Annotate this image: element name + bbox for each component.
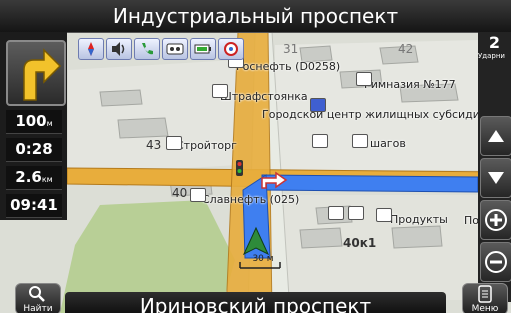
house-number: 43: [146, 138, 162, 152]
grocery-poi-icon[interactable]: [376, 208, 392, 222]
fuel-poi-icon[interactable]: [190, 188, 206, 202]
arrow-down-icon: [488, 172, 504, 184]
parking-poi-icon[interactable]: [212, 84, 228, 98]
map-label-po[interactable]: По: [464, 214, 479, 227]
shop-poi-icon[interactable]: [312, 134, 328, 148]
house-number: 42: [398, 42, 414, 56]
map-label-gymnasium[interactable]: Гимназия №177: [364, 78, 456, 91]
map-label-housing-center[interactable]: Городской центр жилищных субсидий, фили: [262, 108, 511, 121]
map-label-parking[interactable]: Штрафстоянка: [220, 90, 308, 103]
scroll-down-button[interactable]: [480, 158, 511, 198]
shop-poi-icon[interactable]: [166, 136, 182, 150]
route-line: [261, 174, 479, 193]
volume-icon[interactable]: [106, 38, 132, 60]
menu-icon: [478, 285, 492, 303]
zoom-level: 2: [488, 33, 501, 52]
map-label-slavneft[interactable]: Славнефть (025): [202, 193, 299, 206]
zoom-caption: Ударни: [478, 52, 505, 60]
find-button-label: Найти: [23, 304, 53, 313]
house-number: 40: [172, 186, 188, 200]
tape-icon[interactable]: [162, 38, 188, 60]
distance-to-turn: 100м: [6, 110, 62, 134]
map-label-products[interactable]: Продукты: [390, 213, 448, 226]
time-to-turn: 0:28: [6, 138, 62, 162]
block-left: [68, 60, 238, 175]
gps-icon[interactable]: [218, 38, 244, 60]
turn-right-arrow-icon: [23, 48, 62, 101]
arrival-time: 09:41: [6, 194, 62, 218]
minus-icon: [485, 251, 507, 273]
search-icon: [29, 286, 45, 302]
zoom-out-button[interactable]: [480, 242, 511, 282]
remaining-distance-unit: км: [41, 175, 53, 184]
menu-button-label: Меню: [471, 304, 499, 313]
compass-icon[interactable]: [78, 38, 104, 60]
scroll-up-button[interactable]: [480, 116, 511, 156]
current-street-bar: Индустриальный проспект: [0, 0, 511, 33]
map-scale: 30 м: [252, 254, 274, 264]
arrow-up-icon: [488, 130, 504, 142]
office-poi-icon[interactable]: [310, 98, 326, 112]
zoom-in-button[interactable]: [480, 200, 511, 240]
zoom-indicator: 2 Ударни: [478, 34, 511, 64]
house-number: 40к1: [343, 236, 377, 250]
plus-icon: [485, 209, 507, 231]
maneuver-indicator[interactable]: [6, 40, 66, 106]
remaining-distance-value: 2.6: [15, 168, 42, 186]
distance-to-turn-unit: м: [46, 119, 53, 128]
shop-poi-icon[interactable]: [352, 134, 368, 148]
find-button[interactable]: Найти: [15, 283, 61, 313]
phone-icon[interactable]: [134, 38, 160, 60]
map-label-rosneft[interactable]: Роснефть (D0258): [236, 60, 340, 73]
shop-poi-icon[interactable]: [328, 206, 344, 220]
remaining-distance: 2.6км: [6, 166, 62, 190]
house-number: 31: [283, 42, 299, 56]
status-icon-bar: [78, 38, 244, 60]
navigator-screen: Роснефть (D0258) Гимназия №177 Штрафстоя…: [0, 0, 511, 313]
shop-poi-icon[interactable]: [348, 206, 364, 220]
menu-button[interactable]: Меню: [462, 283, 508, 313]
distance-to-turn-value: 100: [15, 112, 47, 130]
map-label-stroytorg[interactable]: Стройторг: [176, 139, 237, 152]
map-label-shagov[interactable]: шагов: [370, 137, 406, 150]
school-poi-icon[interactable]: [356, 72, 372, 86]
next-street-bar: Ириновский проспект: [65, 292, 446, 313]
battery-icon[interactable]: [190, 38, 216, 60]
